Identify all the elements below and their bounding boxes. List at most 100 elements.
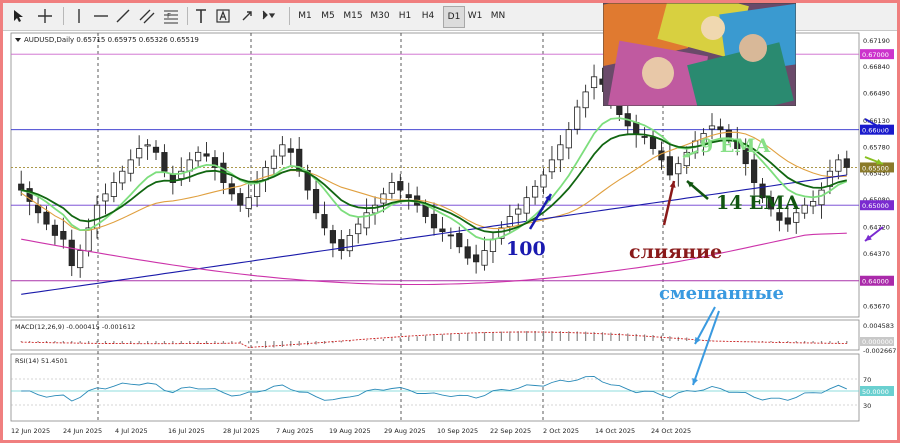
candle-body — [751, 159, 758, 183]
rsi-tick: 50.0000 — [862, 388, 889, 396]
candle-body — [717, 126, 724, 131]
candle-body — [523, 197, 530, 214]
price-tag-text: 0.64000 — [862, 278, 889, 286]
vertical-line-icon[interactable] — [69, 6, 89, 26]
date-tick: 12 Jun 2025 — [11, 427, 50, 435]
timeframe-m1[interactable]: M1 — [295, 6, 315, 26]
shapes-dropdown-icon[interactable] — [259, 6, 283, 26]
candle-body — [843, 158, 850, 168]
timeframe-d1[interactable]: D1 — [443, 6, 465, 28]
candle-body — [195, 151, 202, 162]
candle-body — [355, 223, 362, 235]
date-tick: 4 Jul 2025 — [115, 427, 148, 435]
candle-body — [548, 159, 556, 173]
candle-body — [144, 144, 151, 147]
candle-body — [77, 250, 84, 269]
price-tick: 0.63670 — [863, 303, 890, 311]
terminal-window: F M1 M5 M15 M30 H1 H4 D1 W1 MN 0.67190 0.66840 0.6… — [0, 0, 900, 443]
candle-body — [329, 230, 337, 244]
date-tick: 16 Jul 2025 — [168, 427, 205, 435]
candle-body — [590, 76, 598, 89]
date-tick: 19 Aug 2025 — [329, 427, 371, 435]
label-tool-icon[interactable] — [213, 6, 233, 26]
candle-body — [784, 217, 791, 225]
cursor-icon[interactable] — [9, 6, 27, 26]
macd-tick: 0.000000 — [862, 338, 893, 346]
candle-body — [321, 214, 328, 229]
date-tick: 24 Oct 2025 — [651, 427, 691, 435]
price-tag-text: 0.65000 — [862, 202, 889, 210]
candle-body — [835, 159, 842, 172]
ma100-label: 100 — [506, 238, 546, 260]
candle-body — [388, 182, 395, 194]
timeframe-h4[interactable]: H4 — [417, 6, 439, 26]
candle-body — [237, 193, 244, 206]
price-tag-text: 0.67000 — [862, 51, 889, 59]
price-tag-text: 0.65500 — [862, 164, 889, 172]
toolbar-divider — [187, 7, 188, 25]
candle-body — [51, 224, 59, 236]
mixed-label: смешанные — [659, 283, 784, 304]
candle-body — [85, 227, 92, 252]
trendline-icon[interactable] — [113, 6, 133, 26]
rsi-tick: 30 — [863, 402, 871, 410]
timeframe-mn[interactable]: MN — [487, 6, 509, 26]
candle-body — [119, 170, 126, 184]
candle-body — [506, 216, 513, 228]
macd-label: MACD(12,26,9) -0.000415 -0.001612 — [15, 323, 135, 331]
candle-body — [708, 125, 716, 130]
candle-body — [574, 106, 581, 130]
date-tick: 10 Sep 2025 — [437, 427, 478, 435]
candle-body — [473, 254, 480, 263]
candle-body — [809, 201, 817, 207]
channel-icon[interactable] — [137, 6, 157, 26]
candle-body — [515, 208, 522, 215]
candle-body — [447, 234, 454, 237]
candle-body — [270, 155, 278, 169]
rsi-panel — [10, 353, 860, 422]
ema14-label: 14 EMA — [716, 192, 800, 214]
timeframe-h1[interactable]: H1 — [395, 6, 415, 26]
price-tick: 0.64370 — [863, 250, 890, 258]
horizontal-line-icon[interactable] — [91, 6, 111, 26]
merge-label: слияние — [629, 241, 723, 263]
price-tick: 0.66490 — [863, 90, 890, 98]
candle-body — [312, 189, 320, 214]
ema9-label: 9 EMA — [700, 135, 771, 157]
crosshair-icon[interactable] — [35, 6, 55, 26]
timeframe-m30[interactable]: M30 — [367, 6, 393, 26]
macd-panel — [10, 319, 860, 351]
candle-body — [68, 239, 75, 267]
candle-body — [136, 148, 143, 159]
candle-body — [649, 136, 657, 149]
price-tick: 0.65780 — [863, 143, 890, 151]
candle-body — [565, 129, 572, 149]
candle-body — [405, 194, 412, 199]
candle-body — [60, 230, 67, 240]
candle-body — [439, 228, 446, 233]
timeframe-w1[interactable]: W1 — [465, 6, 485, 26]
candle-body — [481, 250, 488, 266]
price-tag-text: 0.66000 — [862, 127, 889, 135]
text-tool-icon[interactable] — [191, 6, 211, 26]
candle-body — [641, 136, 648, 138]
date-tick: 7 Aug 2025 — [276, 427, 314, 435]
toolbar-divider — [289, 7, 290, 25]
candle-body — [430, 213, 438, 229]
candle-body — [456, 233, 463, 248]
candle-body — [102, 193, 109, 202]
date-tick: 24 Jun 2025 — [63, 427, 102, 435]
candle-body — [228, 183, 235, 195]
macd-tick: 0.004583 — [863, 322, 894, 330]
chart-header: AUDUSD,Daily 0.65715 0.65975 0.65326 0.6… — [24, 36, 199, 44]
fibonacci-icon[interactable]: F — [161, 6, 181, 26]
candle-body — [818, 189, 825, 206]
arrow-tool-icon[interactable] — [237, 6, 257, 26]
timeframe-m5[interactable]: M5 — [318, 6, 338, 26]
candle-body — [557, 144, 564, 161]
price-tick: 0.64720 — [863, 223, 890, 231]
timeframe-m15[interactable]: M15 — [341, 6, 365, 26]
candle-body — [127, 159, 134, 174]
candle-body — [633, 122, 640, 134]
date-tick: 28 Jul 2025 — [223, 427, 260, 435]
